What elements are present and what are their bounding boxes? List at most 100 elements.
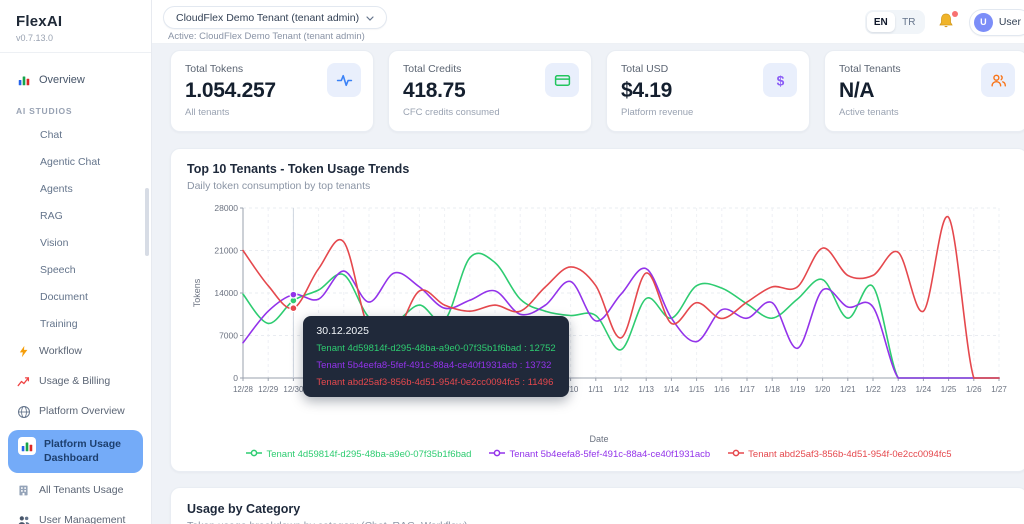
content-column: CloudFlex Demo Tenant (tenant admin) Act… [152,0,1024,524]
svg-text:12/29: 12/29 [258,385,279,394]
sidebar-item-usage-billing[interactable]: Usage & Billing [0,367,151,397]
svg-text:28000: 28000 [214,203,238,213]
studio-list: Chat Agentic Chat Agents RAG Vision Speech Doc… [0,121,151,337]
chart-title: Top 10 Tenants - Token Usage Trends [187,162,410,176]
x-axis-title: Date [589,434,609,444]
active-tenant-text: Active: CloudFlex Demo Tenant (tenant ad… [168,31,365,42]
sidebar-item-speech[interactable]: Speech [0,256,151,283]
sidebar-item-all-tenants-usage[interactable]: All Tenants Usage [0,476,151,506]
brand: FlexAI v0.7.13.0 [0,0,151,52]
sidebar-scrollbar[interactable] [145,188,149,256]
stats-row: Total Tokens 1.054.257 All tenants Total Cr… [170,50,1024,132]
sidebar-item-overview[interactable]: Overview [0,65,151,94]
dollar-icon: $ [763,63,797,97]
sidebar-nav: Overview AI STUDIOS Chat Agentic Chat Agen… [0,53,151,524]
svg-text:1/25: 1/25 [941,385,957,394]
stat-card-total-tokens: Total Tokens 1.054.257 All tenants [170,50,374,132]
bell-icon [937,13,955,34]
sidebar-item-label: Usage & Billing [39,375,111,387]
legend-item[interactable]: Tenant 5b4eefa8-5fef-491c-88a4-ce40f1931… [489,448,710,461]
legend-item[interactable]: Tenant abd25af3-856b-4d51-954f-0e2cc0094… [728,448,952,461]
legend-label: Tenant 5b4eefa8-5fef-491c-88a4-ce40f1931… [509,449,711,460]
category-subtitle: Token usage breakdown by category (Chat,… [187,520,1011,524]
lang-tr-button[interactable]: TR [895,12,923,32]
sidebar-item-label: Platform Usage Dashboard [44,438,122,464]
tooltip-row: Tenant 5b4eefa8-5fef-491c-88a4-ce40f1931… [316,360,552,372]
line-chart-icon [16,374,31,389]
tenant-selector-dropdown[interactable]: CloudFlex Demo Tenant (tenant admin) [163,6,388,29]
sidebar-item-chat[interactable]: Chat [0,121,151,148]
sidebar-item-workflow[interactable]: Workflow [0,337,151,367]
sidebar-item-label: User Management [39,514,126,524]
svg-text:1/14: 1/14 [664,385,680,394]
sidebar-item-label: Workflow [39,345,82,357]
tooltip-date: 30.12.2025 [316,325,369,338]
app-version: v0.7.13.0 [16,33,54,43]
sidebar-item-label: All Tenants Usage [39,484,124,497]
sidebar-item-vision[interactable]: Vision [0,229,151,256]
stat-sublabel: Active tenants [839,107,899,118]
svg-text:7000: 7000 [219,331,238,341]
app-logo-text: FlexAI [16,13,63,30]
sidebar-item-agentic-chat[interactable]: Agentic Chat [0,148,151,175]
svg-text:1/20: 1/20 [815,385,831,394]
category-title: Usage by Category [187,502,301,516]
stat-sublabel: All tenants [185,107,230,118]
legend-item[interactable]: Tenant 4d59814f-d295-48ba-a9e0-07f35b1f6… [246,448,471,461]
user-label: User [998,16,1021,28]
svg-text:1/12: 1/12 [613,385,629,394]
stat-card-total-tenants: Total Tenants N/A Active tenants [824,50,1024,132]
users-icon [16,513,31,524]
svg-text:21000: 21000 [214,246,238,256]
svg-text:0: 0 [233,373,238,383]
building-icon [16,483,31,498]
svg-text:1/18: 1/18 [764,385,780,394]
sidebar-section-ai-studios: AI STUDIOS [16,106,73,116]
svg-text:1/24: 1/24 [916,385,932,394]
sidebar-item-agents[interactable]: Agents [0,175,151,202]
svg-text:1/23: 1/23 [890,385,906,394]
chart-area: 0 7000 14000 21000 28000 Tokens 12/28 12/29 12/3… [187,200,1011,434]
globe-icon [16,404,31,419]
activity-icon [327,63,361,97]
bar-chart-icon [18,437,36,455]
tooltip-row: Tenant 4d59814f-d295-48ba-a9e0-07f35b1f6… [316,343,556,355]
user-avatar: U [973,12,993,32]
svg-text:1/11: 1/11 [588,385,604,394]
legend-marker-icon [728,448,745,461]
sidebar-item-rag[interactable]: RAG [0,202,151,229]
credit-card-icon [545,63,579,97]
svg-text:1/15: 1/15 [689,385,705,394]
sidebar-item-platform-overview[interactable]: Platform Overview [0,397,151,427]
usage-by-category-card: Usage by Category Token usage breakdown … [170,487,1024,524]
nav-list: Workflow Usage & Billing Platform Overview… [0,337,151,524]
sidebar-item-training[interactable]: Training [0,310,151,337]
notifications-button[interactable] [937,11,958,34]
user-menu-button[interactable]: U User [968,8,1024,36]
stat-card-total-credits: Total Credits 418.75 CFC credits consumed [388,50,592,132]
chart-tooltip: 30.12.2025 Tenant 4d59814f-d295-48ba-a9e… [303,316,569,398]
chart-legend: Tenant 4d59814f-d295-48ba-a9e0-07f35b1f6… [187,448,1011,461]
svg-text:Tokens: Tokens [192,278,202,307]
lang-en-button[interactable]: EN [866,12,895,32]
svg-text:1/19: 1/19 [790,385,806,394]
bar-chart-icon [16,72,31,87]
tenant-selector-value: CloudFlex Demo Tenant (tenant admin) [176,11,360,24]
main-content: Total Tokens 1.054.257 All tenants Total Cr… [152,44,1024,524]
sidebar-item-user-management[interactable]: User Management [0,506,151,524]
sidebar-item-platform-usage-dashboard[interactable]: Platform Usage Dashboard [8,430,143,474]
svg-text:1/26: 1/26 [966,385,982,394]
lightning-icon [16,344,31,359]
token-usage-trends-card: Top 10 Tenants - Token Usage Trends Dail… [170,148,1024,472]
chevron-down-icon [366,12,374,24]
stat-sublabel: CFC credits consumed [403,107,500,118]
svg-text:1/17: 1/17 [739,385,755,394]
svg-text:14000: 14000 [214,288,238,298]
legend-marker-icon [246,448,263,461]
svg-text:12/28: 12/28 [233,385,254,394]
sidebar: FlexAI v0.7.13.0 Overview AI STUDIOS Cha… [0,0,152,524]
sidebar-item-label: Platform Overview [39,405,125,417]
legend-marker-icon [489,448,506,461]
topbar: CloudFlex Demo Tenant (tenant admin) Act… [152,0,1024,44]
sidebar-item-document[interactable]: Document [0,283,151,310]
